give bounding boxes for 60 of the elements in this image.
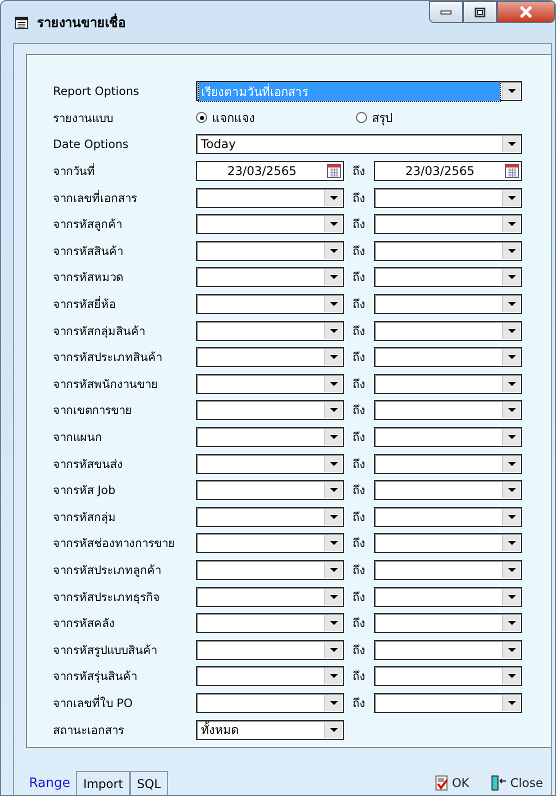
field-label: จากรหัสสินค้า xyxy=(53,242,124,260)
ok-button[interactable]: OK xyxy=(434,775,470,791)
to-label: ถึง xyxy=(352,190,366,207)
close-button[interactable]: Close xyxy=(491,775,543,791)
to-label: ถึง xyxy=(352,163,366,180)
radio-option[interactable]: แจกแจง xyxy=(196,108,356,128)
field-label: จากรหัสลูกค้า xyxy=(53,216,123,234)
field-label: จากเลขที่เอกสาร xyxy=(53,189,138,207)
to-label: ถึง xyxy=(352,668,366,686)
field-label: จากรหัสกลุ่ม xyxy=(53,508,117,526)
status-dropdown[interactable]: ทั้งหมด xyxy=(196,720,344,740)
field-label: Date Options xyxy=(53,137,130,152)
to-label: ถึง xyxy=(352,349,366,366)
field-label: จากรหัสรูปแบบสินค้า xyxy=(53,642,158,659)
tab[interactable]: SQL xyxy=(130,771,168,795)
window-title: รายงานขายเชื่อ xyxy=(37,12,126,32)
field-label: จากรหัสช่องทางการขาย xyxy=(53,535,176,552)
field-label: จากรหัสประเภทสินค้า xyxy=(53,349,163,366)
to-label: ถึง xyxy=(352,402,366,420)
dropdown-value: ทั้งหมด xyxy=(200,720,240,740)
to-label: ถึง xyxy=(352,535,366,552)
to-label: ถึง xyxy=(352,269,366,286)
field-label: จากแผนก xyxy=(53,429,103,446)
tab[interactable]: Range xyxy=(23,771,76,795)
to-label: ถึง xyxy=(352,482,366,500)
field-label: จากรหัสรุ่นสินค้า xyxy=(53,668,138,686)
field-label: จากรหัสยี่ห้อ xyxy=(53,295,117,314)
date-field[interactable]: 23/03/2565 xyxy=(196,161,344,182)
field-label: Report Options xyxy=(53,84,140,98)
field-label: จากรหัสพนักงานขาย xyxy=(53,376,159,393)
field-label: จากรหัสขนส่ง xyxy=(53,456,124,473)
to-label: ถึง xyxy=(352,296,366,314)
field-label: จากรหัสประเภทลูกค้า xyxy=(53,562,162,579)
to-label: ถึง xyxy=(352,508,366,526)
field-label: จากรหัสกลุ่มสินค้า xyxy=(53,322,146,340)
field-label: จากรหัสหมวด xyxy=(53,269,124,286)
to-label: ถึง xyxy=(352,429,366,446)
to-label: ถึง xyxy=(352,694,366,712)
field-label: จากวันที่ xyxy=(53,162,96,180)
field-label: จากเลขที่ใบ PO xyxy=(53,694,134,712)
field-label: รายงานแบบ xyxy=(53,110,114,127)
field-label: จากรหัส Job xyxy=(53,482,116,500)
field-label: สถานะเอกสาร xyxy=(53,722,125,739)
radio-option[interactable]: สรุป xyxy=(356,108,516,128)
to-label: ถึง xyxy=(352,642,366,659)
to-label: ถึง xyxy=(352,562,366,579)
field-label: จากรหัสประเภทธุรกิจ xyxy=(53,588,161,606)
to-label: ถึง xyxy=(352,322,366,340)
date-options-dropdown[interactable]: Today xyxy=(196,134,522,154)
to-label: ถึง xyxy=(352,376,366,393)
to-label: ถึง xyxy=(352,216,366,234)
date-field[interactable]: 23/03/2565 xyxy=(374,161,522,182)
dropdown-value: Today xyxy=(200,137,237,152)
tab[interactable]: Import xyxy=(76,771,130,795)
field-label: จากรหัสคลัง xyxy=(53,615,116,632)
to-label: ถึง xyxy=(352,242,366,260)
to-label: ถึง xyxy=(352,456,366,473)
to-label: ถึง xyxy=(352,615,366,632)
field-label: จากเขตการขาย xyxy=(53,402,133,420)
to-label: ถึง xyxy=(352,588,366,606)
